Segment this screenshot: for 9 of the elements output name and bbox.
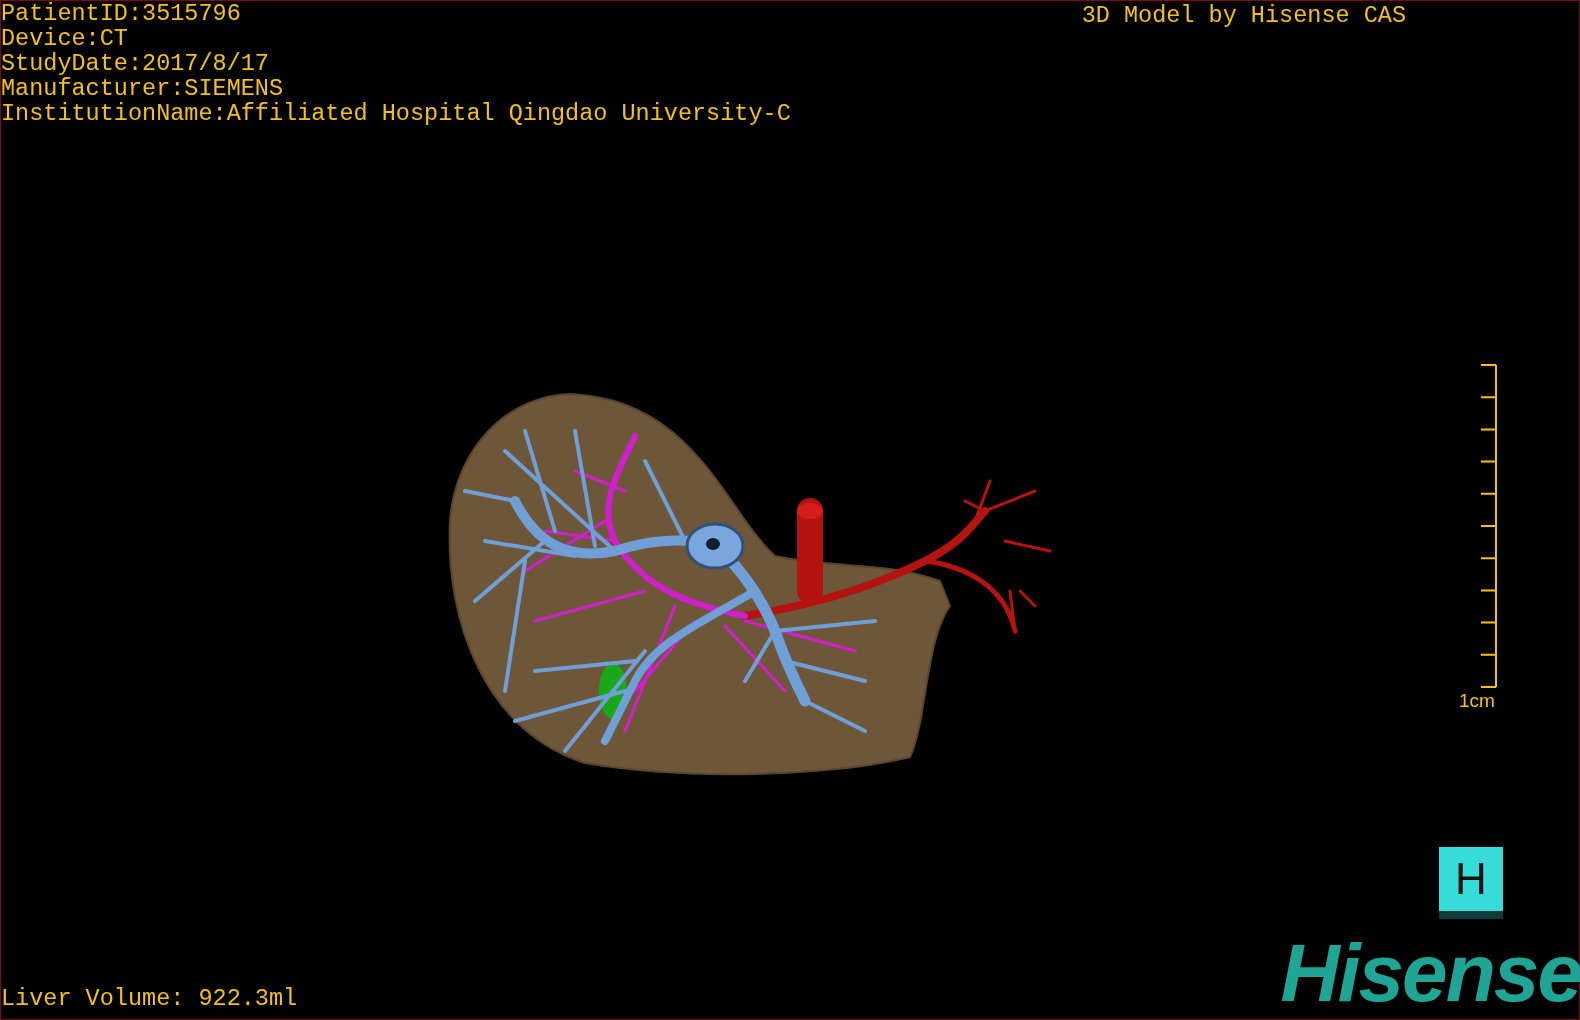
- info-line: PatientID:3515796: [1, 1, 242, 26]
- info-line: StudyDate:2017/8/17: [1, 51, 270, 76]
- liver-volume-text: Liver Volume: 922.3ml: [1, 986, 298, 1011]
- info-line: Device:CT: [1, 26, 129, 51]
- info-line: InstitutionName:Affiliated Hospital Qingdao University-C: [1, 101, 791, 126]
- viewer-title: 3D Model by Hisense CAS: [1081, 3, 1406, 28]
- scale-label: 1cm: [1459, 690, 1495, 712]
- h-button[interactable]: H: [1439, 847, 1503, 919]
- info-line: Manufacturer:SIEMENS: [1, 76, 285, 101]
